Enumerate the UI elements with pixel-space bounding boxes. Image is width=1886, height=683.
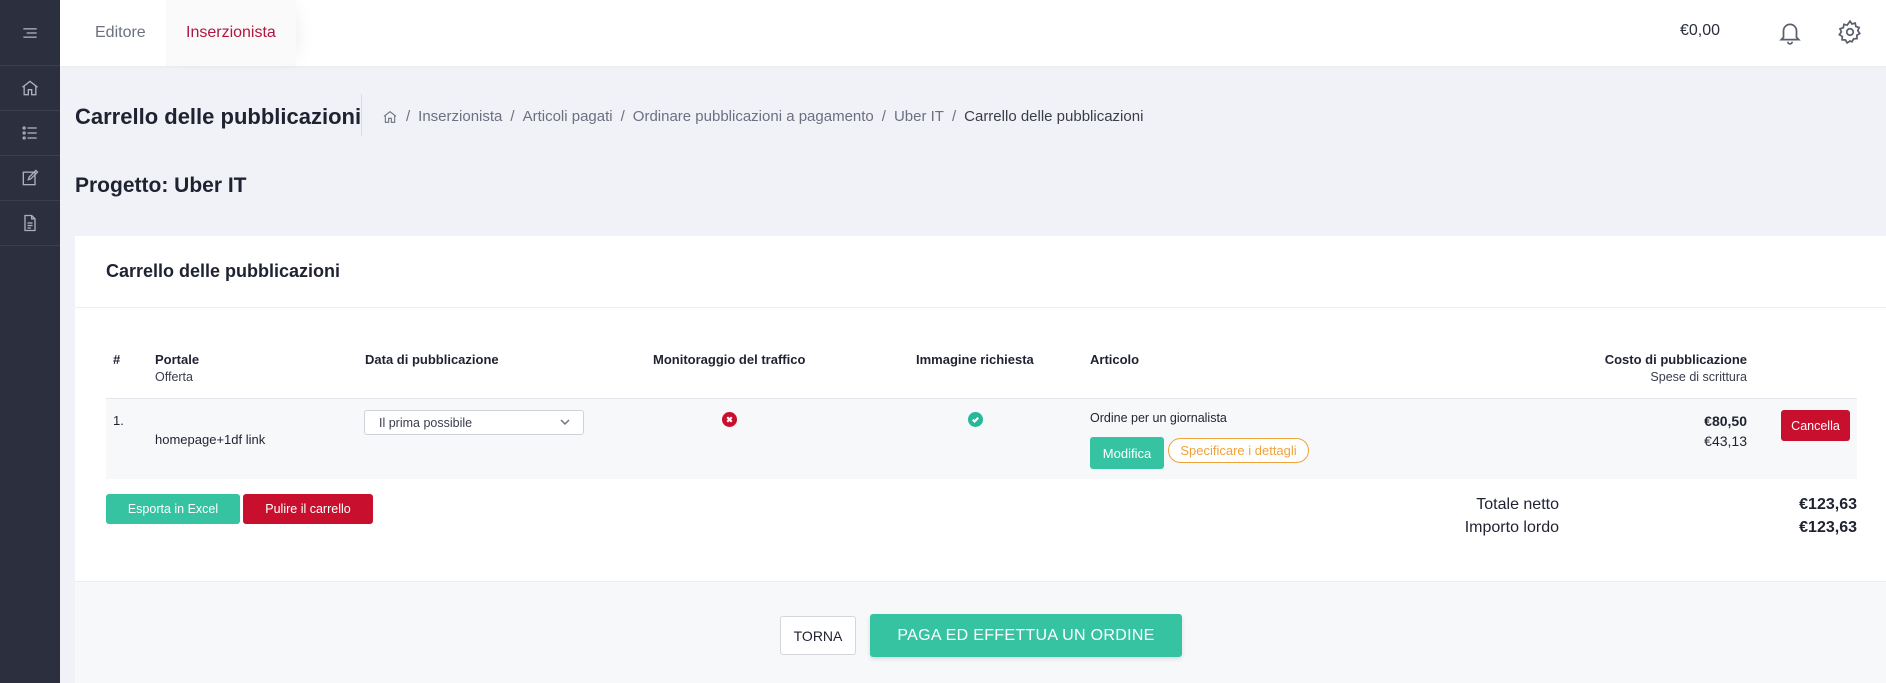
- gross-amount-label: Importo lordo: [1464, 519, 1559, 536]
- pay-and-order-button[interactable]: PAGA ED EFFETTUA UN ORDINE: [870, 614, 1182, 657]
- column-header-articolo: Articolo: [1090, 352, 1140, 367]
- modify-article-button[interactable]: Modifica: [1090, 437, 1164, 469]
- row-offerta: homepage+1df link: [155, 432, 266, 447]
- gear-icon: [1838, 19, 1861, 45]
- breadcrumb-separator: /: [510, 108, 515, 126]
- column-header-portale: Portale Offerta: [155, 352, 199, 384]
- header-divider: [361, 94, 362, 136]
- sidebar: [0, 0, 60, 683]
- column-header-offerta-label: Offerta: [155, 370, 193, 384]
- row-spese: €43,13: [1704, 433, 1747, 449]
- home-icon: [383, 111, 397, 123]
- image-required-check-icon: [968, 412, 983, 427]
- row-articolo: Ordine per un giornalista: [1090, 411, 1227, 425]
- column-header-number: #: [113, 352, 121, 367]
- sidebar-item-edit[interactable]: [0, 156, 60, 201]
- edit-icon: [22, 169, 39, 186]
- column-header-data: Data di pubblicazione: [365, 352, 499, 367]
- sidebar-item-home[interactable]: [0, 66, 60, 111]
- list-icon: [22, 126, 37, 140]
- menu-icon: [23, 27, 37, 38]
- export-excel-button[interactable]: Esporta in Excel: [106, 494, 240, 524]
- breadcrumb-current: Carrello delle pubblicazioni: [964, 108, 1144, 126]
- page-title: Carrello delle pubblicazioni: [75, 104, 362, 129]
- column-header-costo: Costo di pubblicazione Spese di scrittur…: [1605, 352, 1747, 384]
- column-header-spese-label: Spese di scrittura: [1650, 370, 1747, 384]
- cart-card-header: Carrello delle pubblicazioni: [75, 236, 1886, 308]
- total-net-value: €123,63: [1799, 496, 1857, 513]
- breadcrumb-separator: /: [881, 108, 886, 126]
- publication-date-select[interactable]: Il prima possibile: [364, 410, 584, 435]
- chevron-down-icon: [559, 416, 571, 428]
- sidebar-item-documents[interactable]: [0, 201, 60, 246]
- traffic-monitoring-disabled-icon: [722, 412, 737, 427]
- gross-amount-value: €123,63: [1799, 519, 1857, 536]
- column-header-portale-label: Portale: [155, 352, 200, 367]
- breadcrumb-home[interactable]: [382, 108, 398, 125]
- breadcrumb-separator: /: [620, 108, 625, 126]
- row-costo: €80,50: [1704, 413, 1747, 429]
- column-header-immagine: Immagine richiesta: [916, 352, 1034, 367]
- breadcrumb-item[interactable]: Articoli pagati: [523, 108, 613, 125]
- project-title: Progetto: Uber IT: [75, 174, 247, 197]
- home-icon: [22, 80, 38, 96]
- publication-date-value: Il prima possibile: [379, 416, 473, 430]
- total-net-label: Totale netto: [1476, 496, 1559, 513]
- settings-button[interactable]: [1834, 16, 1866, 48]
- tab-editore[interactable]: Editore: [95, 0, 146, 66]
- cart-card: Carrello delle pubblicazioni # Portale O…: [75, 236, 1886, 683]
- delete-row-button[interactable]: Cancella: [1781, 410, 1850, 441]
- breadcrumb: / Inserzionista / Articoli pagati / Ordi…: [382, 108, 1143, 125]
- row-number: 1.: [113, 413, 124, 428]
- breadcrumb-separator: /: [951, 108, 957, 126]
- sidebar-item-list[interactable]: [0, 111, 60, 156]
- column-header-costo-label: Costo di pubblicazione: [1604, 352, 1747, 367]
- document-icon: [24, 214, 36, 232]
- cart-card-title: Carrello delle pubblicazioni: [106, 261, 341, 281]
- breadcrumb-item[interactable]: Inserzionista: [418, 108, 502, 125]
- back-button[interactable]: TORNA: [780, 616, 856, 655]
- column-header-monitoraggio: Monitoraggio del traffico: [653, 352, 806, 367]
- breadcrumb-separator: /: [406, 108, 411, 126]
- breadcrumb-item[interactable]: Ordinare pubblicazioni a pagamento: [633, 108, 874, 125]
- notifications-button[interactable]: [1774, 16, 1806, 48]
- topbar: Editore Inserzionista €0,00: [60, 0, 1886, 66]
- breadcrumb-item[interactable]: Uber IT: [894, 108, 944, 125]
- account-balance: €0,00: [1679, 22, 1720, 39]
- sidebar-menu-toggle[interactable]: [0, 0, 60, 66]
- clear-cart-button[interactable]: Pulire il carrello: [243, 494, 373, 524]
- bell-icon: [1779, 23, 1801, 45]
- specify-details-button[interactable]: Specificare i dettagli: [1168, 438, 1309, 463]
- cart-card-footer: TORNA PAGA ED EFFETTUA UN ORDINE: [75, 581, 1886, 683]
- tab-inserzionista[interactable]: Inserzionista: [166, 0, 296, 66]
